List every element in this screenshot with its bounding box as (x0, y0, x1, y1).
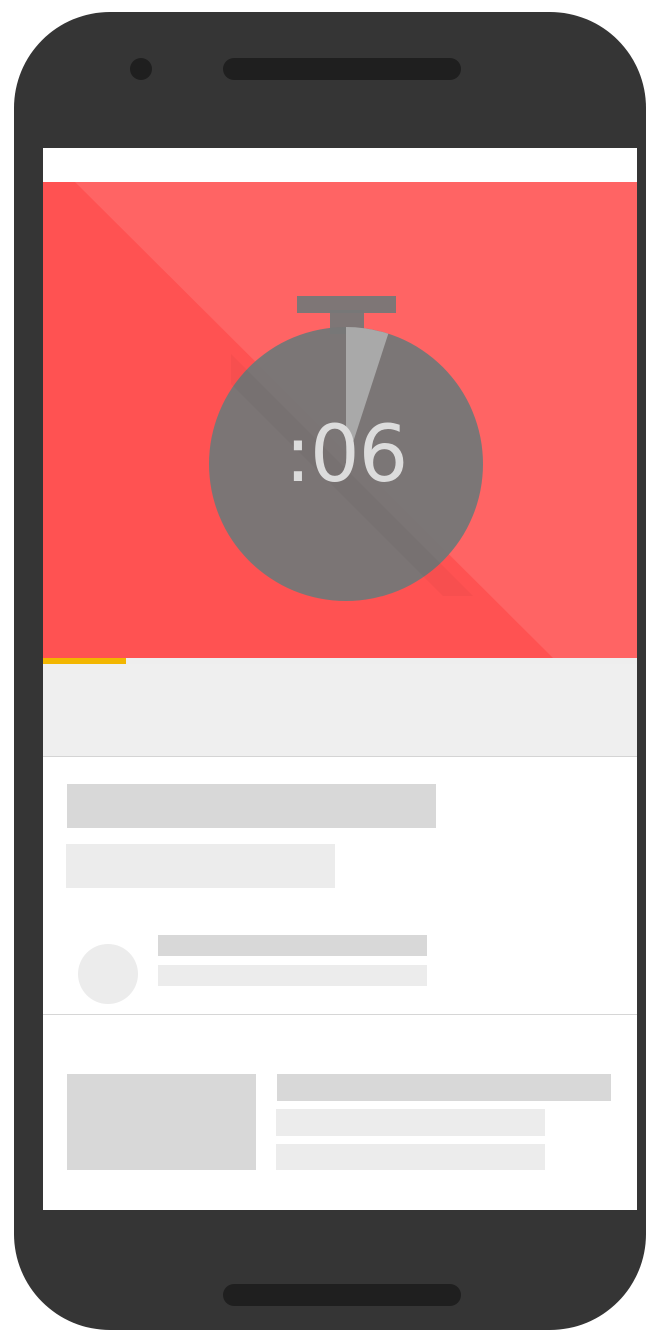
channel-avatar-placeholder (78, 944, 138, 1004)
video-player[interactable]: :06 (43, 182, 637, 658)
subtitle-placeholder (66, 844, 335, 888)
channel-meta-placeholder (158, 965, 427, 986)
bottom-speaker (223, 1284, 461, 1306)
status-bar (43, 148, 637, 182)
related-video-meta-placeholder-2 (276, 1144, 545, 1170)
related-video-title-placeholder (277, 1074, 611, 1101)
player-controls-bar (43, 664, 637, 757)
section-divider (43, 1014, 637, 1015)
top-speaker (223, 58, 461, 80)
channel-name-placeholder (158, 935, 427, 956)
related-video-thumbnail-placeholder (67, 1074, 256, 1170)
title-placeholder (67, 784, 436, 828)
device-screen: :06 (43, 148, 637, 1210)
front-camera (130, 58, 152, 80)
timer-display: :06 (284, 410, 409, 500)
related-video-meta-placeholder (276, 1109, 545, 1136)
